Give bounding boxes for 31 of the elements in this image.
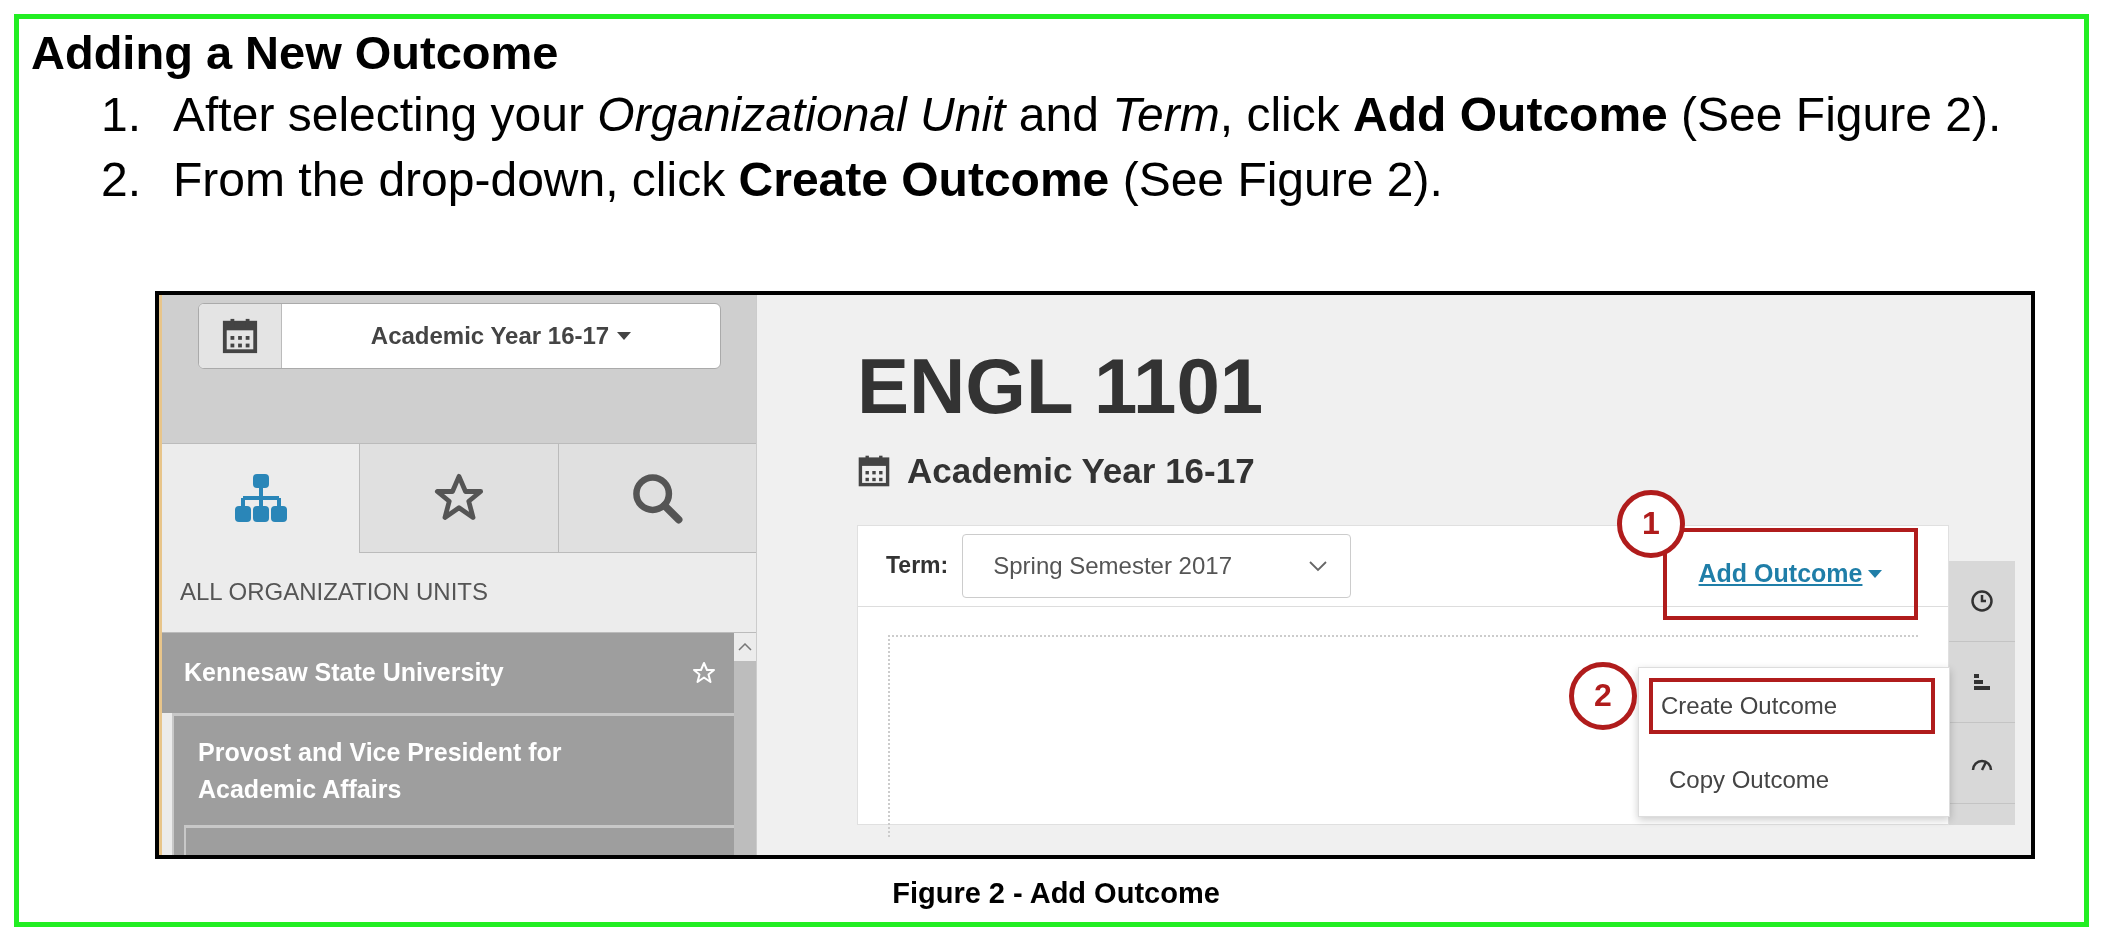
- callout-number: 1: [1617, 490, 1685, 558]
- menu-item[interactable]: Create Outcome: [1661, 692, 1838, 720]
- search-icon: [631, 472, 684, 524]
- year-selector-label: Academic Year 16-17: [370, 322, 610, 350]
- chevron-down-icon: [1308, 560, 1329, 572]
- section-heading: Adding a New Outcome: [31, 25, 560, 81]
- scrollbar[interactable]: [734, 633, 756, 855]
- sidebar-tab[interactable]: [162, 443, 360, 553]
- hierarchy-icon: [234, 472, 287, 524]
- year-selector[interactable]: Academic Year 16-17: [198, 303, 721, 369]
- clock-icon[interactable]: [1970, 589, 1994, 613]
- sidebar-tab[interactable]: [359, 443, 558, 553]
- step-number: 1.: [101, 89, 143, 143]
- sidebar-tab[interactable]: [557, 443, 756, 553]
- menu-item[interactable]: Copy Outcome: [1649, 744, 1935, 816]
- term-label: Term:: [886, 552, 949, 580]
- figure-caption: Figure 2 - Add Outcome: [891, 877, 1221, 910]
- term-select[interactable]: Spring Semester 2017: [962, 534, 1352, 598]
- caret-icon: [617, 332, 632, 340]
- section-label: ALL ORGANIZATION UNITS: [162, 553, 756, 633]
- calendar-icon: [221, 317, 259, 355]
- add-outcome-link[interactable]: Add Outcome: [1698, 559, 1883, 589]
- caret-icon: [1868, 570, 1883, 578]
- course-title: ENGL 1101: [857, 347, 1265, 425]
- step-text: From the drop-down, click Create Outcome (See Figure 2).: [173, 154, 1443, 207]
- step-number: 2.: [101, 154, 143, 207]
- scroll-up-icon[interactable]: [738, 643, 752, 651]
- year-subtitle: Academic Year 16-17: [907, 451, 1255, 491]
- calendar-icon: [857, 454, 891, 488]
- step-text: After selecting your Organizational Unit and Term, click Add Outcome (See Figure 2).: [173, 89, 2002, 143]
- star-icon[interactable]: [692, 661, 716, 685]
